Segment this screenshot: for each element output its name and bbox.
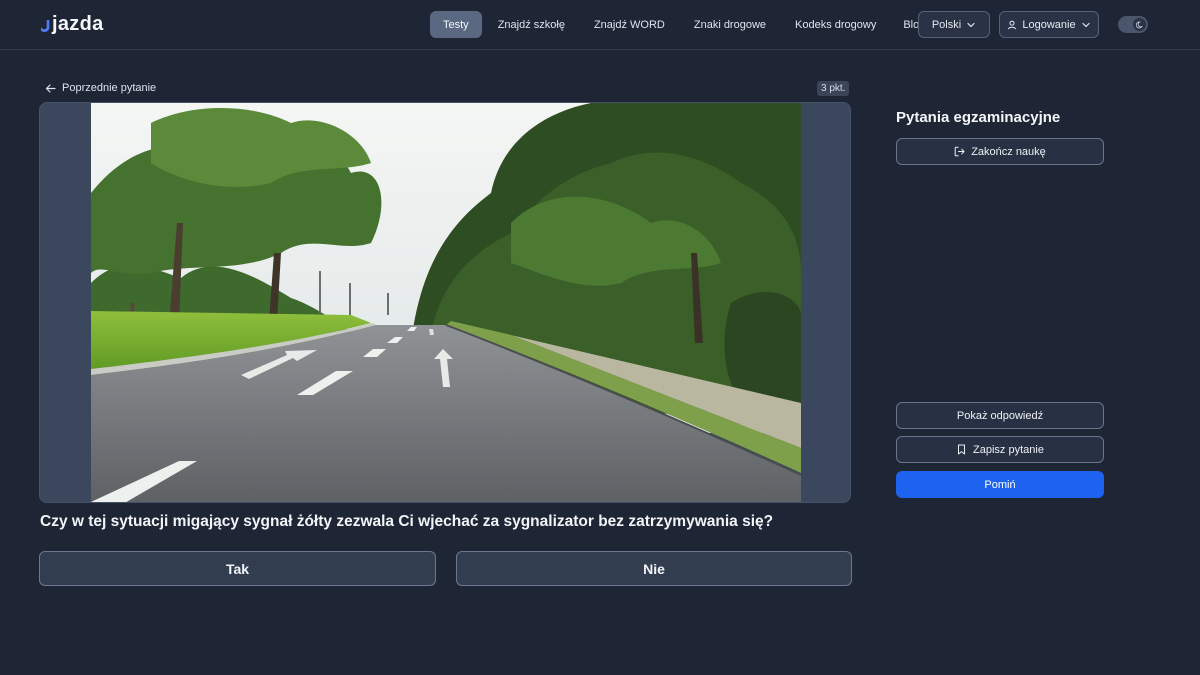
question-media[interactable] — [39, 102, 851, 503]
moon-icon — [1135, 21, 1143, 28]
logout-icon — [954, 146, 965, 157]
logo[interactable]: jazda — [41, 11, 104, 37]
answer-no-button[interactable]: Nie — [456, 551, 852, 586]
show-answer-button[interactable]: Pokaż odpowiedź — [896, 402, 1104, 429]
previous-question-link[interactable]: Poprzednie pytanie — [45, 81, 156, 95]
road-scene-illustration — [91, 103, 801, 502]
finish-learning-button[interactable]: Zakończ naukę — [896, 138, 1104, 165]
user-icon — [1008, 20, 1017, 29]
language-label: Polski — [931, 18, 962, 31]
main-nav: Testy Znajdź szkołę Znajdź WORD Znaki dr… — [430, 11, 937, 38]
nav-item-find-school[interactable]: Znajdź szkołę — [486, 11, 577, 38]
chevron-down-icon — [967, 22, 975, 27]
panel-title: Pytania egzaminacyjne — [896, 109, 1061, 126]
logo-mark-icon — [41, 20, 50, 32]
nav-item-road-signs[interactable]: Znaki drogowe — [682, 11, 778, 38]
show-answer-label: Pokaż odpowiedź — [956, 409, 1044, 422]
previous-question-label: Poprzednie pytanie — [62, 82, 157, 94]
bookmark-icon — [958, 444, 966, 455]
nav-item-testy[interactable]: Testy — [430, 11, 482, 38]
toggle-knob — [1133, 18, 1146, 31]
logo-text: jazda — [52, 13, 104, 35]
save-question-button[interactable]: Zapisz pytanie — [896, 436, 1104, 463]
skip-button[interactable]: Pomiń — [896, 471, 1104, 498]
theme-toggle[interactable] — [1118, 16, 1148, 33]
language-select[interactable]: Polski — [918, 11, 990, 38]
finish-learning-label: Zakończ naukę — [971, 145, 1046, 158]
points-badge: 3 pkt. — [817, 81, 850, 96]
nav-item-road-code[interactable]: Kodeks drogowy — [783, 11, 888, 38]
skip-label: Pomiń — [984, 478, 1016, 491]
login-label: Logowanie — [1022, 18, 1076, 31]
save-question-label: Zapisz pytanie — [973, 443, 1044, 456]
login-button[interactable]: Logowanie — [999, 11, 1099, 38]
arrow-left-icon — [45, 83, 56, 93]
top-header: jazda Testy Znajdź szkołę Znajdź WORD Zn… — [0, 0, 1200, 50]
nav-item-find-word[interactable]: Znajdź WORD — [582, 11, 677, 38]
road-scene-image — [91, 103, 801, 502]
chevron-down-icon — [1082, 22, 1090, 27]
answer-yes-button[interactable]: Tak — [39, 551, 436, 586]
question-text: Czy w tej sytuacji migający sygnał żółty… — [40, 513, 774, 530]
